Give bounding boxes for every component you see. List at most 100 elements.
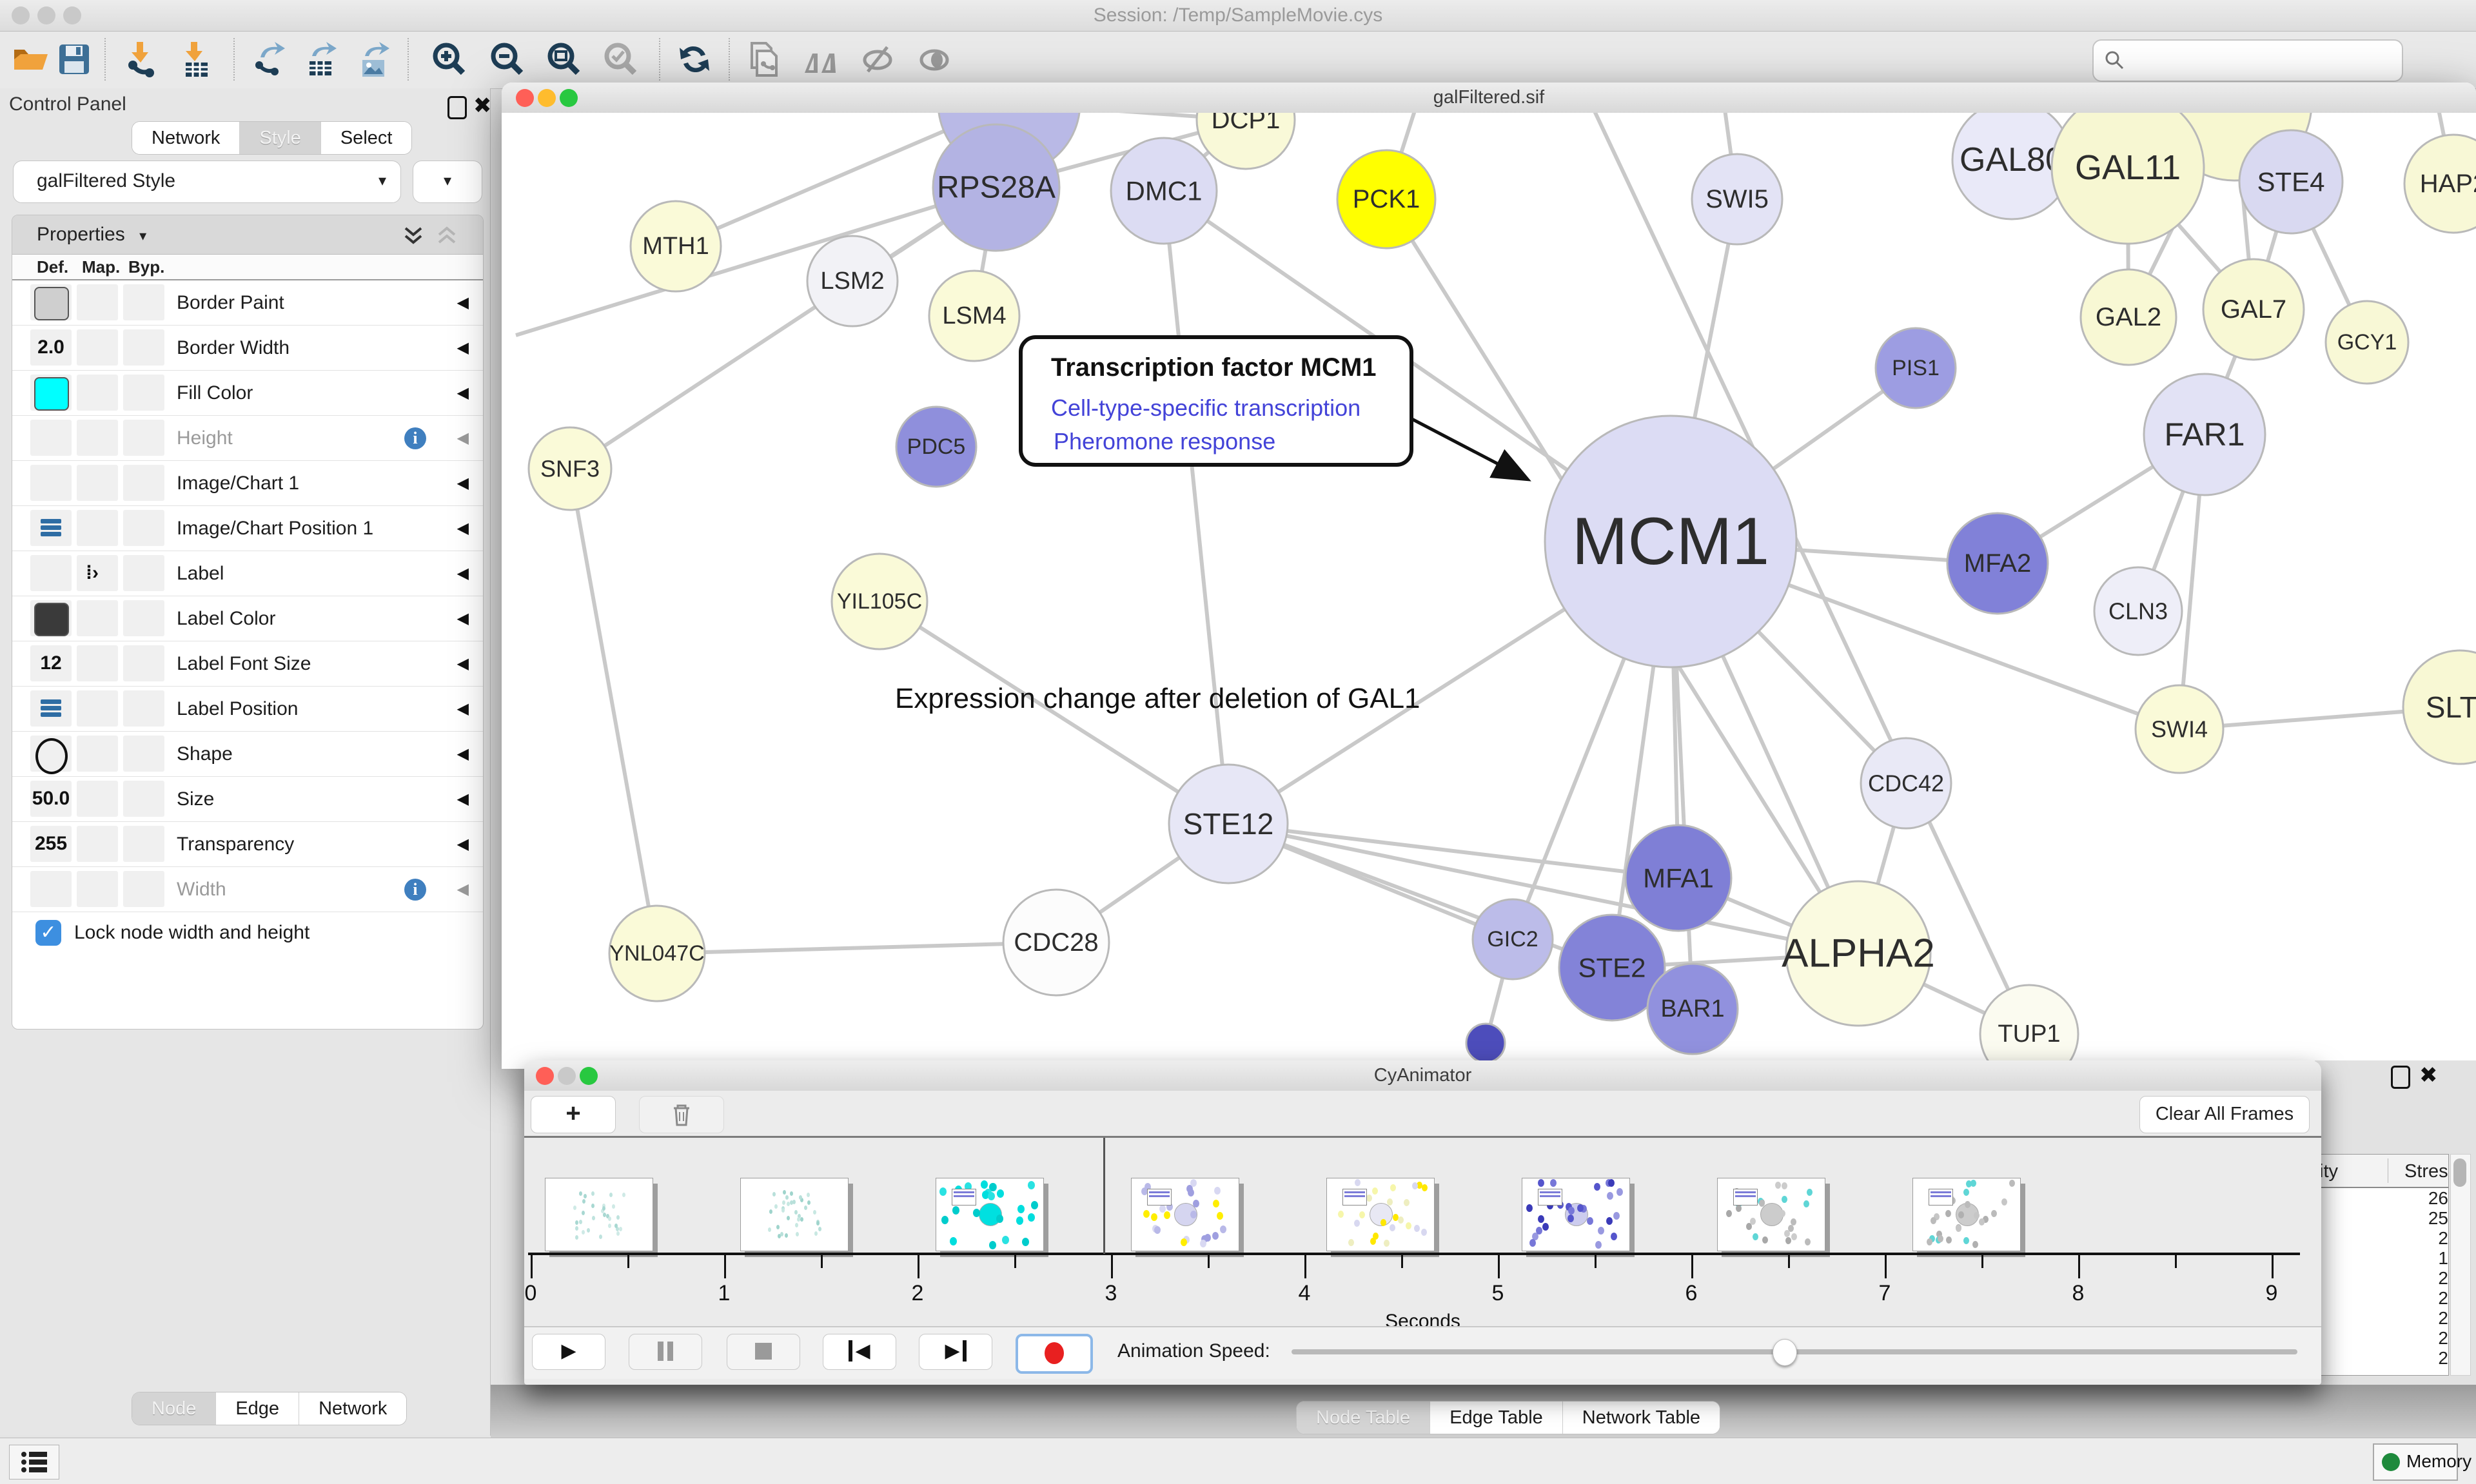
search-input[interactable] — [2092, 39, 2403, 82]
def-cell[interactable] — [30, 284, 72, 320]
def-cell[interactable] — [30, 420, 72, 456]
node-SWI5[interactable]: SWI5 — [1692, 154, 1782, 244]
def-cell[interactable] — [30, 871, 72, 907]
node-DMC1[interactable]: DMC1 — [1111, 138, 1217, 244]
node-GAL7[interactable]: GAL7 — [2203, 259, 2304, 360]
node-SWI4[interactable]: SWI4 — [2136, 685, 2223, 773]
collapse-arrow-icon[interactable]: ◀ — [457, 596, 469, 641]
speed-slider-thumb[interactable] — [1773, 1339, 1797, 1366]
node-YNL047C[interactable]: YNL047C — [609, 906, 705, 1001]
def-cell[interactable] — [30, 690, 72, 727]
color-swatch[interactable] — [34, 603, 69, 636]
table-row[interactable]: 2 — [2319, 1268, 2448, 1288]
cyanimator-titlebar[interactable]: CyAnimator — [524, 1060, 2321, 1091]
expand-all-icon[interactable] — [400, 223, 426, 249]
byp-cell[interactable] — [123, 375, 164, 411]
property-row-image-chart-1[interactable]: Image/Chart 1◀ — [12, 461, 483, 506]
default-value[interactable]: 2.0 — [30, 329, 72, 366]
style-options-button[interactable]: ▾ — [413, 161, 482, 203]
tab-node[interactable]: Node — [132, 1392, 216, 1425]
collapse-arrow-icon[interactable]: ◀ — [457, 687, 469, 731]
tab-network[interactable]: Network — [132, 122, 240, 154]
frame-thumbnail-0[interactable] — [545, 1178, 653, 1251]
network-canvas[interactable]: DCP1PCK1SWI5GAL80GAL11STE4HAP2MTH1RPS28A… — [502, 113, 2476, 1069]
open-folder-icon[interactable] — [12, 41, 49, 78]
properties-header[interactable]: Properties ▾ — [12, 215, 483, 255]
color-swatch[interactable] — [34, 287, 69, 320]
default-value[interactable]: 255 — [30, 826, 72, 862]
show-selected-icon[interactable] — [916, 41, 953, 78]
collapse-all-icon[interactable] — [434, 223, 460, 249]
skip-start-button[interactable]: ◀ — [823, 1334, 896, 1370]
hide-selected-icon[interactable] — [859, 41, 896, 78]
frame-thumbnail-2[interactable] — [936, 1178, 1044, 1251]
playhead[interactable] — [1103, 1138, 1105, 1254]
map-cell[interactable] — [77, 375, 118, 411]
byp-cell[interactable] — [123, 555, 164, 591]
column-ity[interactable]: ity — [2319, 1161, 2338, 1182]
collapse-arrow-icon[interactable]: ◀ — [457, 641, 469, 686]
import-network-icon[interactable] — [124, 41, 161, 78]
def-cell[interactable] — [30, 465, 72, 501]
node-STE4[interactable]: STE4 — [2239, 130, 2343, 233]
byp-cell[interactable] — [123, 510, 164, 546]
lock-size-checkbox[interactable]: ✓ — [35, 920, 61, 946]
color-swatch[interactable] — [34, 377, 69, 411]
collapse-arrow-icon[interactable]: ◀ — [457, 326, 469, 370]
property-row-label-position[interactable]: Label Position◀ — [12, 687, 483, 732]
map-cell[interactable] — [77, 736, 118, 772]
map-cell[interactable] — [77, 826, 118, 862]
collapse-arrow-icon[interactable]: ◀ — [457, 461, 469, 505]
speed-slider[interactable] — [1292, 1349, 2297, 1354]
collapse-arrow-icon[interactable]: ◀ — [457, 551, 469, 596]
position-icon[interactable] — [41, 519, 61, 537]
property-row-fill-color[interactable]: Fill Color◀ — [12, 371, 483, 416]
close-panel-icon[interactable]: ✖ — [2419, 1066, 2438, 1085]
tab-edge[interactable]: Edge — [216, 1392, 299, 1425]
byp-cell[interactable] — [123, 736, 164, 772]
map-cell[interactable] — [77, 510, 118, 546]
byp-cell[interactable] — [123, 781, 164, 817]
collapse-arrow-icon[interactable]: ◀ — [457, 822, 469, 866]
map-cell[interactable] — [77, 781, 118, 817]
maximize-window-icon[interactable] — [63, 6, 81, 24]
node-STE12[interactable]: STE12 — [1169, 765, 1288, 883]
node-PDC5[interactable]: PDC5 — [896, 407, 976, 487]
def-cell[interactable]: 255 — [30, 826, 72, 862]
close-icon[interactable] — [536, 1067, 554, 1085]
node-nodeB[interactable] — [1466, 1024, 1505, 1062]
table-row[interactable]: 2 — [2319, 1308, 2448, 1328]
tab-node-table[interactable]: Node Table — [1297, 1401, 1430, 1434]
table-scrollbar[interactable] — [2450, 1154, 2471, 1376]
map-cell[interactable] — [77, 465, 118, 501]
node-GAL11[interactable]: GAL11 — [2052, 113, 2204, 244]
collapse-arrow-icon[interactable]: ◀ — [457, 371, 469, 415]
def-cell[interactable] — [30, 510, 72, 546]
zoom-out-icon[interactable] — [489, 41, 526, 78]
node-CDC28[interactable]: CDC28 — [1003, 890, 1109, 995]
node-GIC2[interactable]: GIC2 — [1473, 899, 1553, 979]
tab-style[interactable]: Style — [240, 122, 320, 154]
annotation-link-1[interactable]: Cell-type-specific transcription — [1051, 395, 1361, 422]
byp-cell[interactable] — [123, 645, 164, 681]
node-TUP1[interactable]: TUP1 — [1980, 985, 2078, 1069]
edge-YNL047C-CDC28[interactable] — [657, 942, 1056, 953]
def-cell[interactable]: 12 — [30, 645, 72, 681]
float-panel-icon[interactable] — [2391, 1066, 2410, 1089]
table-row[interactable]: 2 — [2319, 1328, 2448, 1348]
pause-button[interactable] — [629, 1334, 702, 1370]
byp-cell[interactable] — [123, 465, 164, 501]
property-row-label-color[interactable]: Label Color◀ — [12, 596, 483, 641]
frame-thumbnail-6[interactable] — [1717, 1178, 1825, 1251]
property-row-label-font-size[interactable]: 12Label Font Size◀ — [12, 641, 483, 687]
minimize-icon[interactable] — [558, 1067, 576, 1085]
byp-cell[interactable] — [123, 871, 164, 907]
tab-edge-table[interactable]: Edge Table — [1430, 1401, 1563, 1434]
export-network-icon[interactable] — [251, 41, 289, 78]
map-cell[interactable] — [77, 645, 118, 681]
import-table-icon[interactable] — [178, 41, 215, 78]
property-row-size[interactable]: 50.0Size◀ — [12, 777, 483, 822]
collapse-arrow-icon[interactable]: ◀ — [457, 732, 469, 776]
node-YIL105C[interactable]: YIL105C — [832, 554, 927, 649]
node-MFA2[interactable]: MFA2 — [1947, 513, 2048, 614]
